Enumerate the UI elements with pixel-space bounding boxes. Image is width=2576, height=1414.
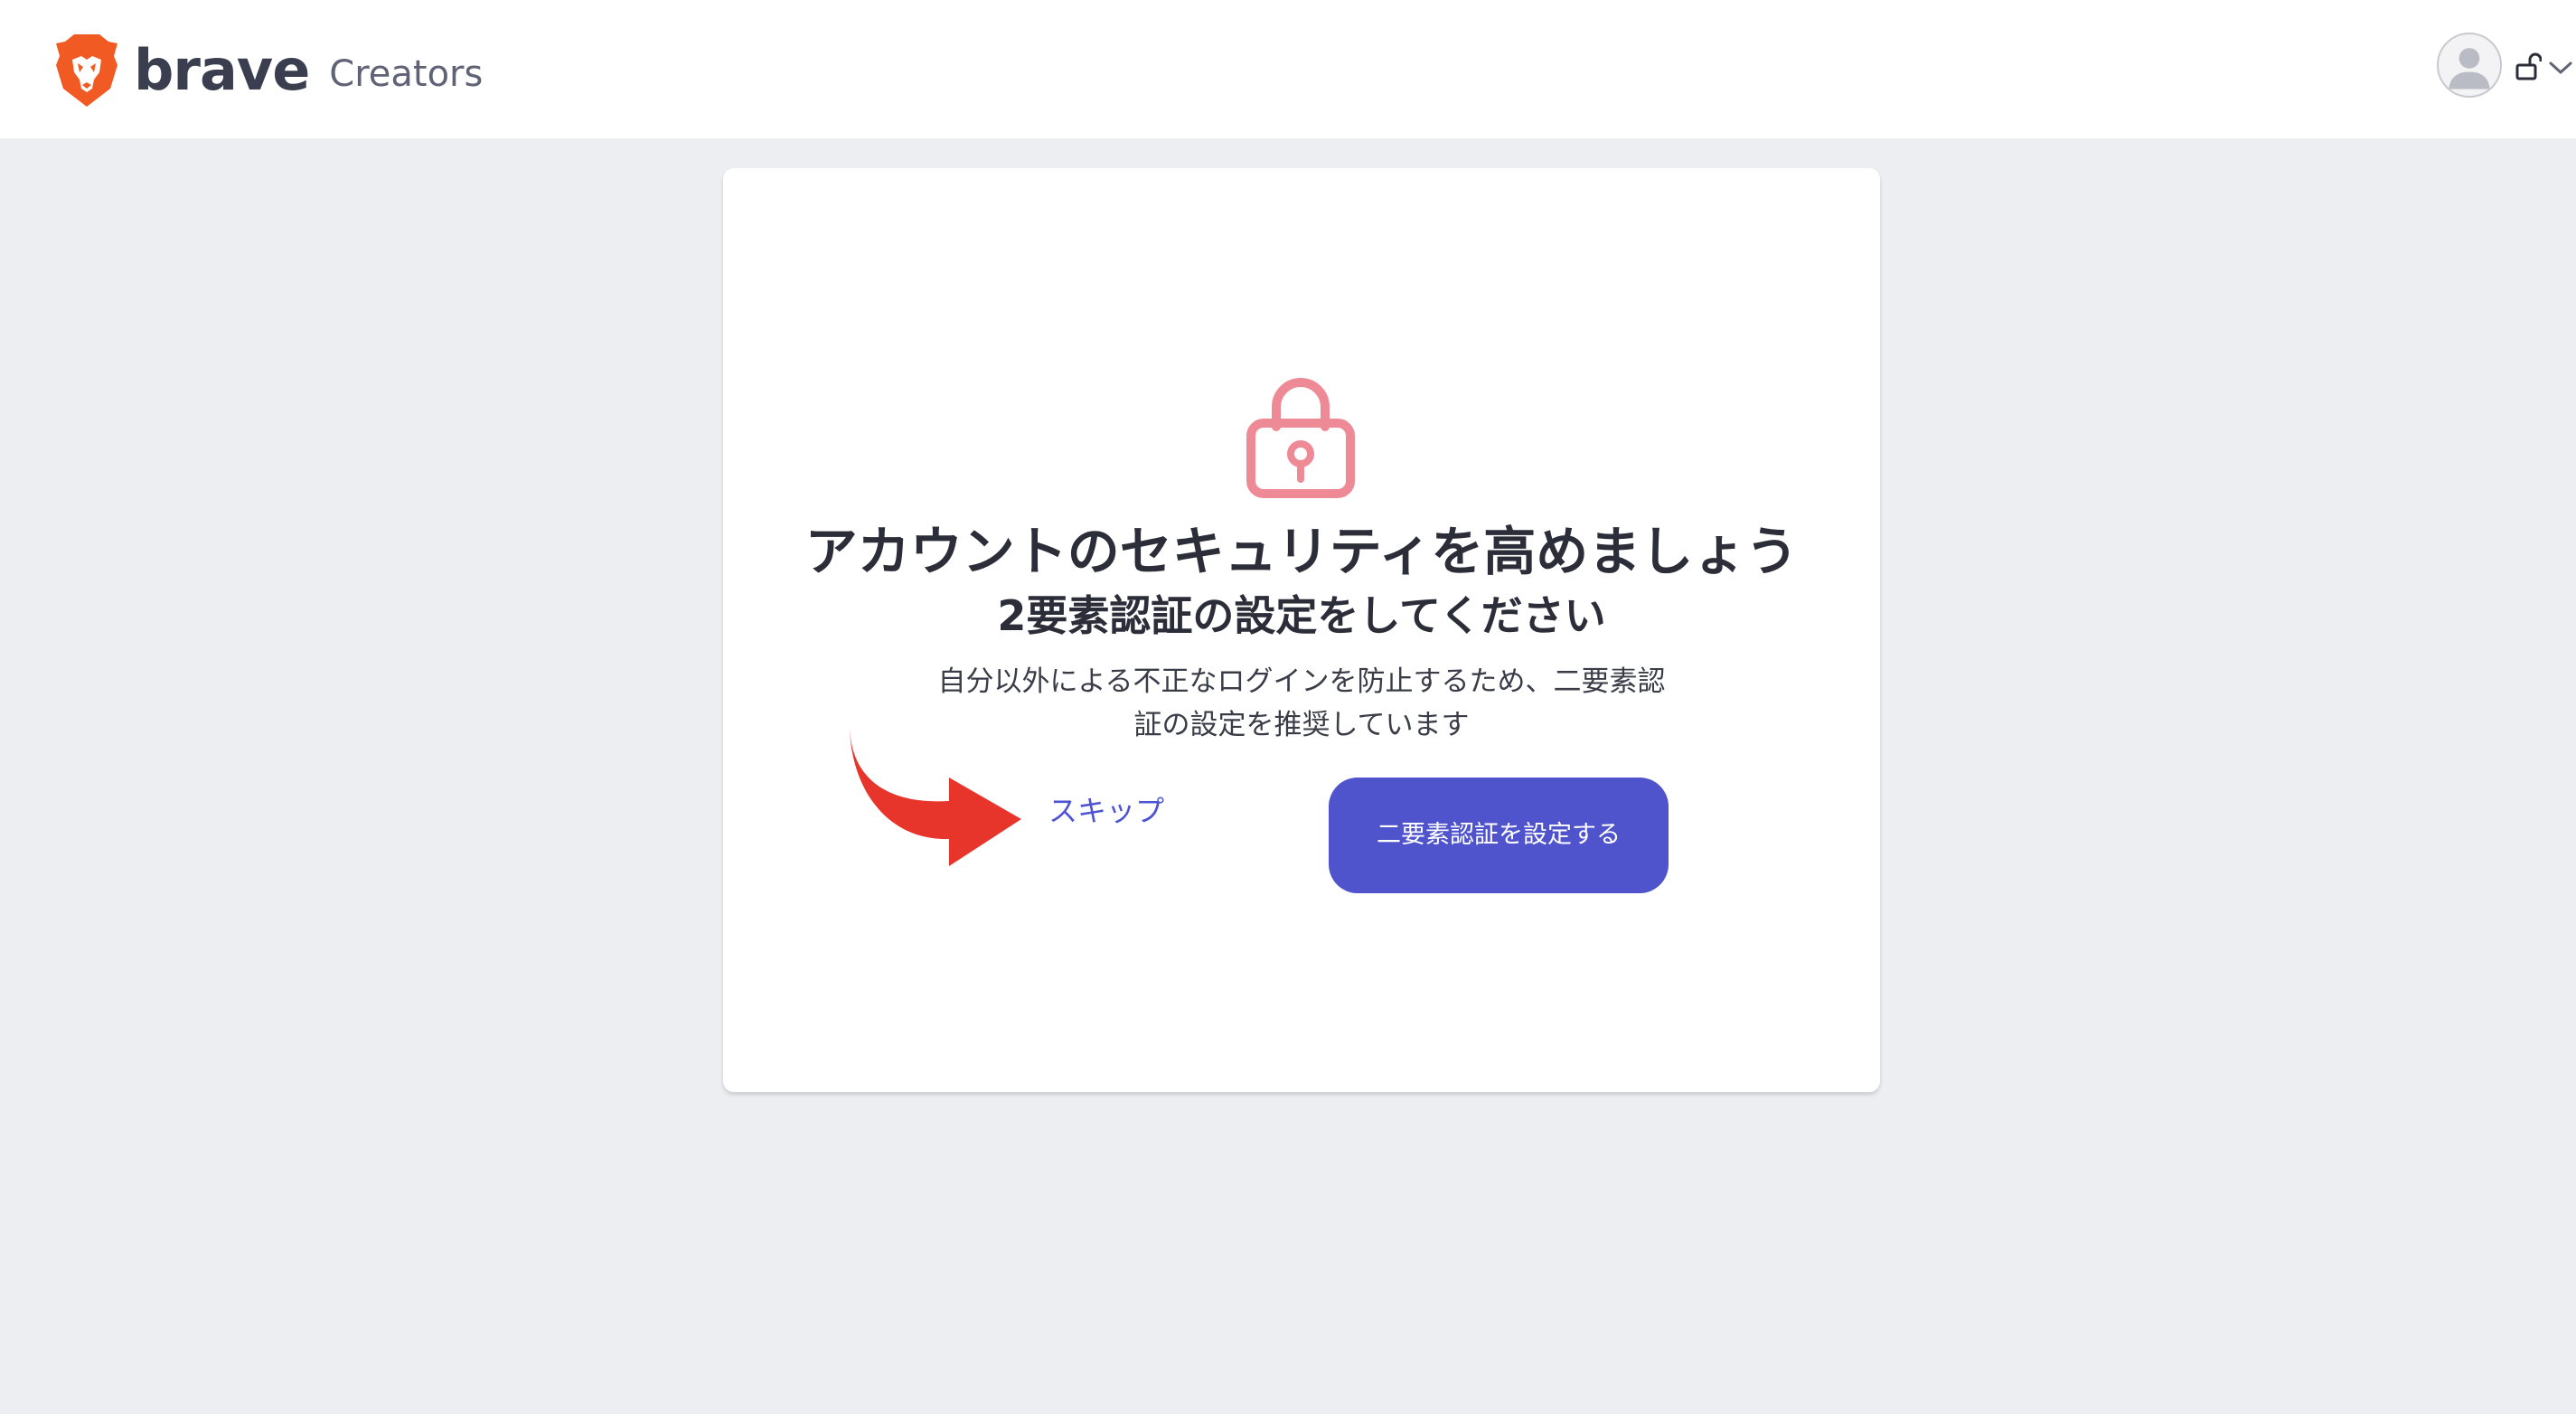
two-factor-prompt-card: アカウントのセキュリティを高めましょう 2要素認証の設定をしてください 自分以外… [723, 168, 1880, 1092]
brave-creators-logo[interactable]: brave Creators [54, 33, 483, 108]
red-curved-arrow-icon [850, 723, 1021, 866]
user-avatar-icon[interactable] [2437, 33, 2502, 98]
user-menu[interactable] [2413, 33, 2576, 101]
chevron-down-icon[interactable] [2547, 58, 2574, 78]
skip-link[interactable]: スキップ [1048, 788, 1164, 830]
brave-lion-icon [56, 34, 118, 107]
setup-two-factor-button[interactable]: 二要素認証を設定する [1329, 778, 1669, 893]
page-subtitle: 2要素認証の設定をしてください [997, 591, 1606, 640]
unlocked-padlock-icon [2515, 52, 2542, 80]
top-header: brave Creators [0, 0, 2576, 138]
page-title: アカウントのセキュリティを高めましょう [804, 521, 1799, 582]
brand-name: brave [134, 37, 310, 103]
padlock-icon [1246, 378, 1355, 498]
brand-product: Creators [329, 53, 484, 95]
